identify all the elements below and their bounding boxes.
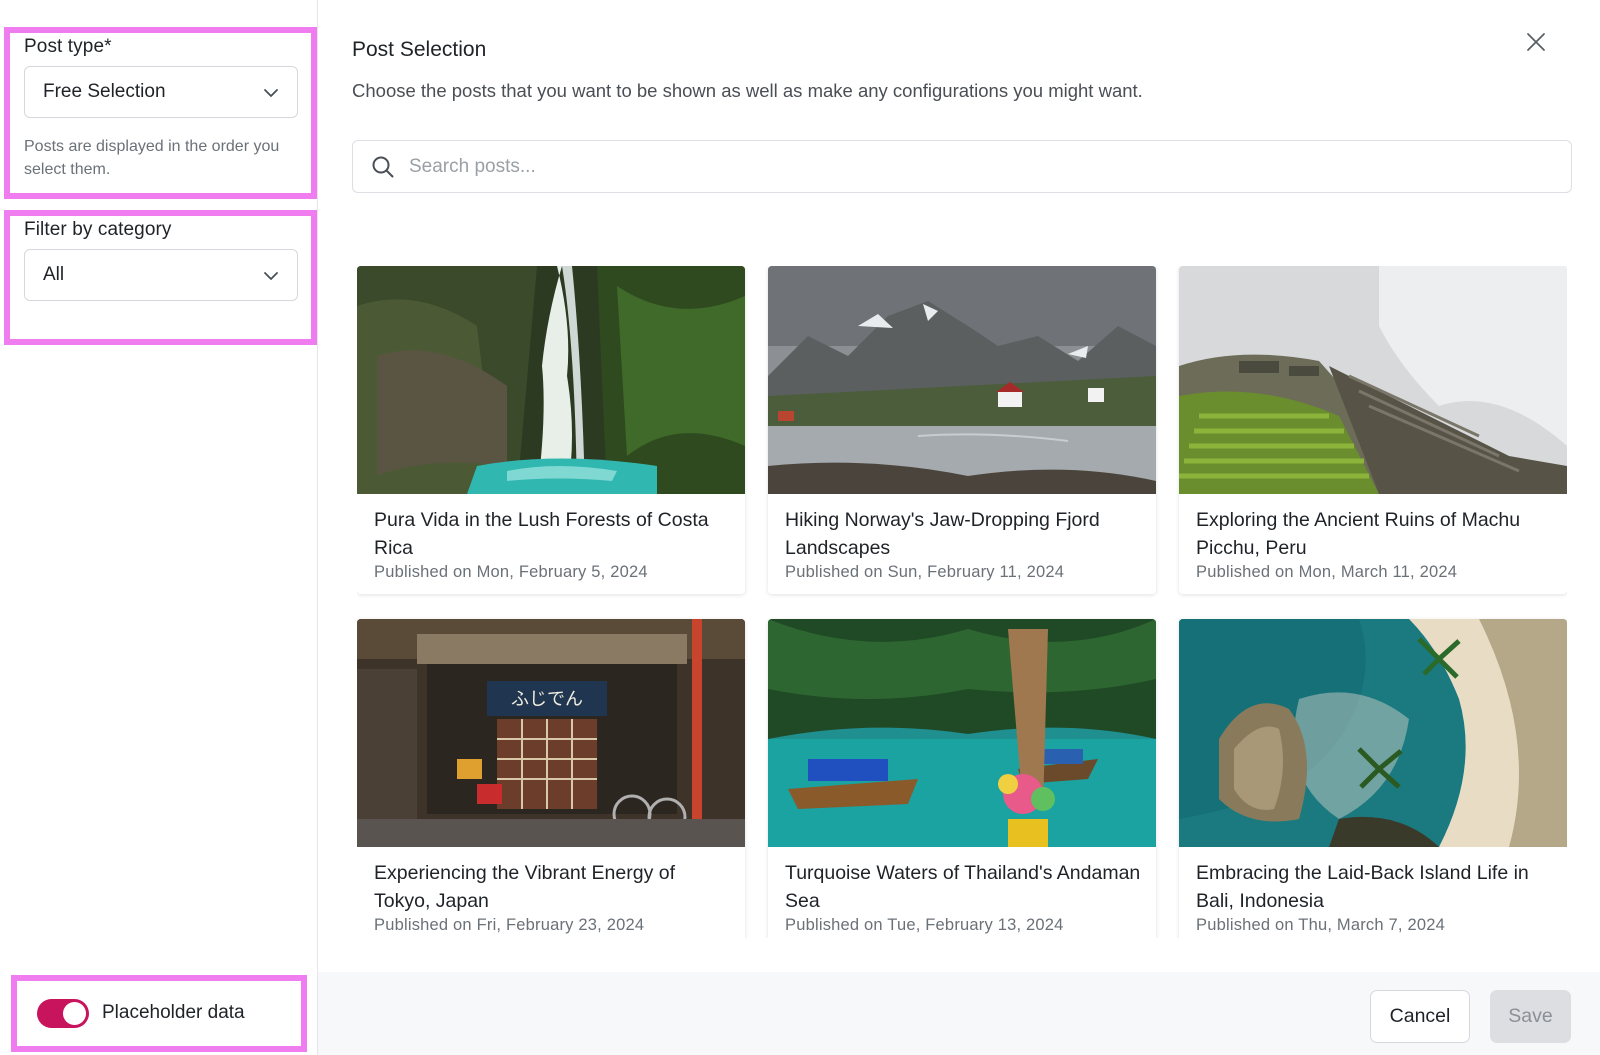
post-card[interactable]: Pura Vida in the Lush Forests of Costa R…	[357, 266, 745, 594]
post-title: Hiking Norway's Jaw-Dropping Fjord Lands…	[785, 509, 1100, 559]
post-type-select[interactable]: Free Selection	[24, 66, 298, 118]
search-bar	[352, 140, 1572, 193]
category-value: All	[43, 264, 65, 285]
post-image-bali-coast	[1179, 619, 1567, 847]
cancel-button[interactable]: Cancel	[1370, 990, 1470, 1043]
post-type-label: Post type*	[24, 36, 112, 57]
post-type-value: Free Selection	[43, 81, 166, 102]
save-button[interactable]: Save	[1490, 990, 1571, 1043]
post-title: Turquoise Waters of Thailand's Andaman S…	[785, 862, 1141, 912]
post-image-ruins	[1179, 266, 1567, 494]
post-image-tokyo-shop: ふじでん	[357, 619, 745, 847]
post-card[interactable]: Turquoise Waters of Thailand's Andaman S…	[768, 619, 1156, 938]
post-type-helper-text: Posts are displayed in the order you sel…	[24, 138, 280, 178]
close-icon[interactable]	[1522, 28, 1550, 56]
post-card[interactable]: ふじでん Experiencing the Vibrant Energy of …	[357, 619, 745, 938]
search-icon	[372, 156, 394, 178]
svg-text:ふじでん: ふじでん	[511, 689, 583, 710]
toggle-knob	[63, 1002, 86, 1025]
chevron-down-icon	[264, 272, 278, 280]
search-input[interactable]	[409, 141, 1549, 192]
post-date: Published on Tue, February 13, 2024	[785, 916, 1064, 934]
post-selection-panel: Post Selection Choose the posts that you…	[318, 0, 1600, 1055]
settings-sidebar: Post type* Free Selection Posts are disp…	[0, 0, 318, 1055]
placeholder-data-section: Placeholder data	[11, 975, 307, 1052]
post-card[interactable]: Exploring the Ancient Ruins of Machu Pic…	[1179, 266, 1567, 594]
dialog-footer: Cancel Save	[318, 972, 1600, 1055]
placeholder-data-toggle[interactable]	[37, 999, 89, 1028]
post-date: Published on Fri, February 23, 2024	[374, 916, 645, 934]
post-card[interactable]: Embracing the Laid-Back Island Life in B…	[1179, 619, 1567, 938]
category-select[interactable]: All	[24, 249, 298, 301]
page-subtitle: Choose the posts that you want to be sho…	[352, 80, 1143, 101]
post-type-section: Post type* Free Selection Posts are disp…	[4, 27, 317, 199]
post-title: Experiencing the Vibrant Energy of Tokyo…	[374, 862, 675, 912]
post-date: Published on Thu, March 7, 2024	[1196, 916, 1445, 934]
post-date: Published on Mon, February 5, 2024	[374, 563, 648, 581]
post-date: Published on Sun, February 11, 2024	[785, 563, 1065, 581]
category-filter-section: Filter by category All	[4, 210, 317, 345]
post-title: Exploring the Ancient Ruins of Machu Pic…	[1196, 509, 1521, 559]
post-title: Pura Vida in the Lush Forests of Costa R…	[374, 509, 709, 559]
page-title: Post Selection	[352, 38, 487, 61]
post-title: Embracing the Laid-Back Island Life in B…	[1196, 862, 1529, 912]
post-image-fjord	[768, 266, 1156, 494]
post-image-waterfall	[357, 266, 745, 494]
post-image-longtail-boat	[768, 619, 1156, 847]
chevron-down-icon	[264, 89, 278, 97]
filter-category-label: Filter by category	[24, 219, 172, 240]
post-date: Published on Mon, March 11, 2024	[1196, 563, 1458, 581]
post-card[interactable]: Hiking Norway's Jaw-Dropping Fjord Lands…	[768, 266, 1156, 594]
placeholder-data-label: Placeholder data	[102, 1002, 245, 1023]
posts-grid: Pura Vida in the Lush Forests of Costa R…	[357, 266, 1567, 938]
